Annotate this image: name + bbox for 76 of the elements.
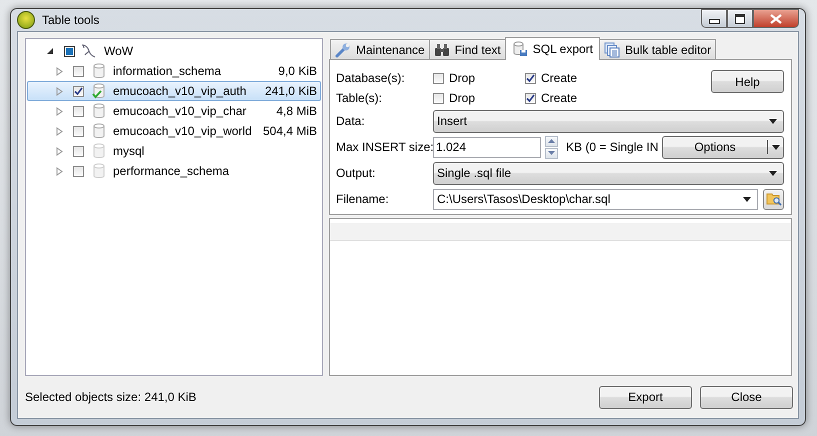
size-input[interactable]: 1.024: [433, 136, 541, 158]
checkbox-label: Drop: [449, 91, 476, 105]
checkbox[interactable]: [525, 72, 536, 84]
unit-text: KB (0 = Single IN: [566, 140, 659, 154]
wrench-icon: [335, 42, 351, 58]
checkbox[interactable]: [73, 166, 84, 176]
checkbox[interactable]: [433, 72, 444, 84]
tree-item[interactable]: emucoach_v10_vip_world: [113, 124, 252, 138]
app-logo-icon: [17, 11, 35, 29]
selected-row[interactable]: emucoach_v10_vip_auth 241,0 KiB: [27, 81, 321, 101]
collapse-arrow-icon[interactable]: [47, 46, 55, 56]
database-icon: [92, 123, 106, 139]
dolphin-icon: [80, 43, 96, 59]
options-split-button[interactable]: Options: [662, 136, 784, 158]
tree-item[interactable]: emucoach_v10_vip_auth: [113, 84, 246, 98]
tree-item[interactable]: WoW: [104, 44, 134, 58]
database-icon: [92, 63, 106, 79]
database-check-icon: [92, 83, 106, 99]
close-button[interactable]: Close: [700, 386, 793, 408]
checkbox-label: Drop: [449, 71, 476, 85]
size-text: 241,0 KiB: [264, 84, 318, 98]
database-icon: [92, 163, 106, 179]
dropdown-caret-icon: [743, 196, 751, 202]
database-disk-icon: [512, 41, 528, 57]
size-text: 4,8 MiB: [276, 104, 318, 118]
size-text: 504,4 MiB: [262, 124, 318, 138]
tab[interactable]: Maintenance: [330, 39, 430, 59]
binoculars-icon: [434, 42, 450, 58]
checkbox[interactable]: [73, 146, 84, 156]
expand-arrow-icon[interactable]: [56, 86, 64, 96]
dropdown-caret-icon: [769, 118, 777, 124]
dropdown-caret-icon: [769, 170, 777, 176]
spinner-icon[interactable]: [545, 136, 558, 158]
tab[interactable]: Bulk table editor: [599, 39, 716, 59]
tab[interactable]: SQL export: [504, 37, 600, 60]
expand-arrow-icon[interactable]: [56, 106, 64, 116]
window-title: Table tools: [42, 13, 100, 27]
checkbox[interactable]: [433, 92, 444, 104]
data-dropdown[interactable]: Insert: [433, 110, 784, 132]
checkbox[interactable]: [64, 46, 75, 56]
checkbox[interactable]: [73, 86, 84, 96]
status-text: Selected objects size: 241,0 KiB: [25, 390, 196, 404]
close-button[interactable]: [753, 9, 799, 28]
expand-arrow-icon[interactable]: [56, 126, 64, 136]
checkbox-label: Create: [541, 71, 578, 85]
expand-arrow-icon[interactable]: [56, 166, 64, 176]
size-text: 9,0 KiB: [278, 64, 318, 78]
field-label: Output:: [336, 166, 376, 180]
tree-item[interactable]: information_schema: [113, 64, 222, 78]
browse-folder-button[interactable]: [763, 188, 784, 210]
field-label: Filename:: [336, 192, 390, 206]
dropdown-caret-icon: [772, 144, 780, 150]
field-label: Database(s):: [336, 71, 406, 85]
close-icon: [770, 14, 782, 24]
expand-arrow-icon[interactable]: [56, 66, 64, 76]
field-label: Max INSERT size:: [336, 140, 433, 154]
export-button[interactable]: Export: [599, 386, 692, 408]
tab[interactable]: Find text: [428, 39, 506, 59]
tree-item[interactable]: mysql: [113, 144, 144, 158]
help-button[interactable]: Help: [711, 70, 784, 93]
tree-item[interactable]: performance_schema: [113, 164, 230, 178]
minimize-button[interactable]: [701, 9, 727, 28]
checkbox-label: Create: [541, 91, 578, 105]
tree-item[interactable]: emucoach_v10_vip_char: [113, 104, 246, 118]
checkbox[interactable]: [525, 92, 536, 104]
expand-arrow-icon[interactable]: [56, 146, 64, 156]
checkbox[interactable]: [73, 106, 84, 116]
maximize-button[interactable]: [727, 9, 753, 28]
filename-combobox[interactable]: C:\Users\Tasos\Desktop\char.sql: [433, 188, 758, 210]
field-label: Data:: [336, 114, 366, 128]
checkbox[interactable]: [73, 126, 84, 136]
output-dropdown[interactable]: Single .sql file: [433, 162, 784, 184]
database-icon: [92, 143, 106, 159]
database-icon: [92, 103, 106, 119]
checkbox[interactable]: [73, 66, 84, 76]
field-label: Table(s):: [336, 91, 384, 105]
